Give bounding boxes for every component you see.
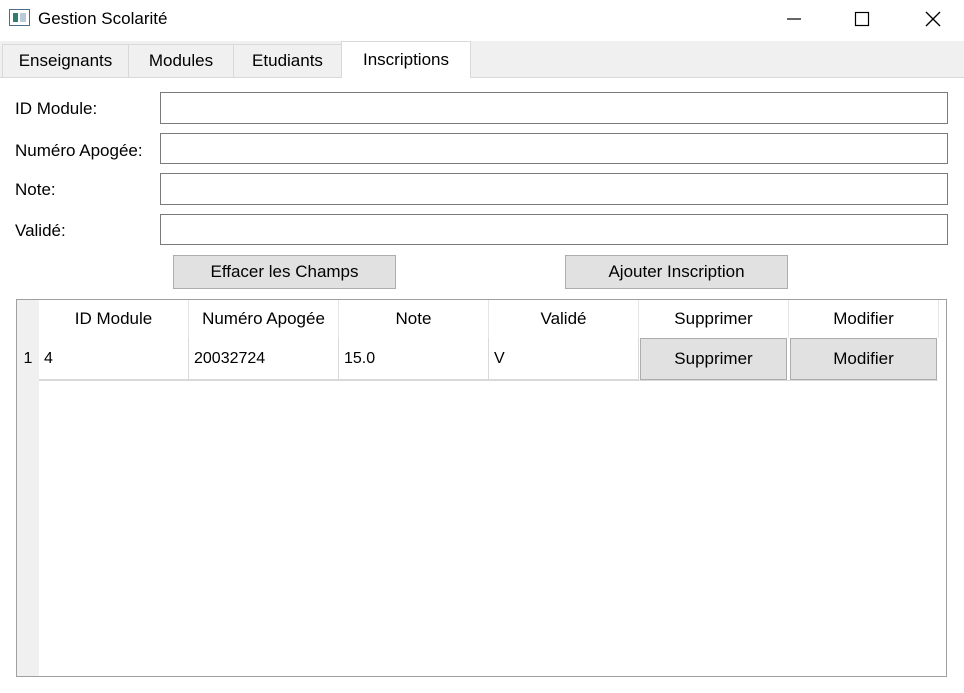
minimize-button[interactable] [771,0,817,38]
delete-row-button[interactable]: Supprimer [640,338,787,380]
app-icon [9,9,30,26]
tab-enseignants[interactable]: Enseignants [2,44,129,77]
note-input[interactable] [160,173,948,205]
apogee-label: Numéro Apogée: [15,141,143,160]
id-module-label: ID Module: [15,99,98,118]
maximize-icon [854,11,870,27]
column-header-supprimer[interactable]: Supprimer [639,300,789,338]
inscriptions-table[interactable]: ID Module Numéro Apogée Note Validé Supp… [16,299,947,677]
cell-note[interactable]: 15.0 [339,338,489,380]
minimize-icon [787,18,801,20]
id-module-input[interactable] [160,92,948,124]
note-label: Note: [15,180,56,199]
close-icon [925,11,941,27]
row-separator [39,380,938,381]
cell-apogee[interactable]: 20032724 [189,338,339,380]
window-title: Gestion Scolarité [38,9,168,28]
maximize-button[interactable] [839,0,885,38]
cell-id-module[interactable]: 4 [39,338,189,380]
column-header-apogee[interactable]: Numéro Apogée [189,300,339,338]
clear-fields-button[interactable]: Effacer les Champs [173,255,396,289]
column-header-modifier[interactable]: Modifier [789,300,939,338]
apogee-input[interactable] [160,133,948,164]
title-bar: Gestion Scolarité [0,0,964,38]
edit-row-button[interactable]: Modifier [790,338,937,380]
row-number[interactable]: 1 [17,338,39,380]
column-header-note[interactable]: Note [339,300,489,338]
valide-input[interactable] [160,214,948,245]
column-header-id-module[interactable]: ID Module [39,300,189,338]
column-header-valide[interactable]: Validé [489,300,639,338]
valide-label: Validé: [15,221,66,240]
close-button[interactable] [910,0,956,38]
tab-etudiants[interactable]: Etudiants [233,44,342,77]
cell-valide[interactable]: V [489,338,639,380]
add-inscription-button[interactable]: Ajouter Inscription [565,255,788,289]
tab-modules[interactable]: Modules [128,44,234,77]
tab-inscriptions[interactable]: Inscriptions [341,41,471,78]
